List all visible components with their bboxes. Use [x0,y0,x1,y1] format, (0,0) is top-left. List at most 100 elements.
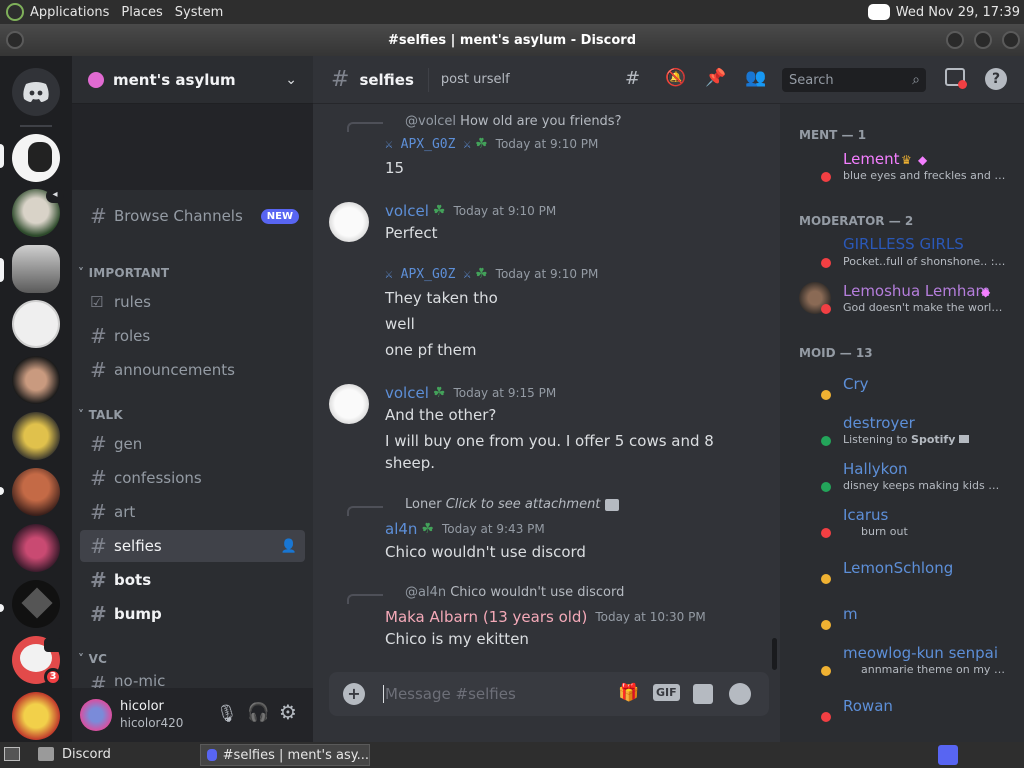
taskbar-window-button[interactable]: #selfies | ment's asy... [200,744,370,766]
user-display-name: hicolor [120,699,164,714]
window-menu-button[interactable] [6,31,24,49]
member-name[interactable]: meowlog-kun senpai [843,644,998,662]
channel-selfies[interactable]: # selfies 👤 [80,530,305,562]
microphone-icon[interactable]: 🎙 [216,704,238,724]
server-pill [0,258,4,282]
gnome-foot-icon[interactable] [6,3,24,21]
message-input[interactable]: Message #selfies [383,685,516,703]
dnd-status-icon [821,528,831,538]
avatar[interactable] [329,384,369,424]
server-icon-crystal[interactable] [12,580,60,628]
role-leaf-icon: ☘ [475,266,488,282]
category-vc[interactable]: ˅ VC [78,652,107,666]
message-author[interactable]: ⚔ APX_G0Z ⚔ [385,137,471,152]
reply-preview[interactable]: Loner Click to see attachment [405,497,619,512]
member-status: God doesn't make the world t... [843,301,1008,314]
category-talk[interactable]: ˅ TALK [78,408,123,422]
maximize-button[interactable] [974,31,992,49]
channel-announcements[interactable]: # announcements [80,354,305,386]
server-icon-shirtless[interactable] [12,356,60,404]
search-icon: ⌕ [912,72,920,88]
add-attachment-icon[interactable]: + [343,683,365,705]
search-input[interactable]: Search [789,73,834,88]
server-icon-anime[interactable] [12,300,60,348]
message-author[interactable]: ⚔ APX_G0Z ⚔ [385,267,471,282]
discord-home-button[interactable] [12,68,60,116]
category-important[interactable]: ˅ IMPORTANT [78,266,169,280]
avatar[interactable] [329,202,369,242]
channel-topic[interactable]: post urself [441,72,510,87]
image-icon [604,498,619,511]
mute-bell-icon[interactable]: 🔕 [665,68,686,88]
role-leaf-icon: ☘ [421,521,434,537]
server-icon-blonde[interactable] [12,412,60,460]
new-badge: NEW [260,208,299,224]
member-name[interactable]: Icarus [843,506,888,524]
hash-icon: # [90,358,107,382]
message-author[interactable]: Maka Albarn (13 years old) [385,608,587,626]
message-header: volcel ☘ Today at 9:15 PM [385,384,556,402]
discord-tray-icon[interactable] [867,4,890,20]
show-desktop-icon[interactable] [4,747,20,761]
gift-icon[interactable]: 🎁 [618,683,639,703]
message-author[interactable]: volcel [385,384,429,402]
message-text: well [385,315,415,333]
headphones-icon[interactable]: 🎧 [247,702,269,723]
thread-hash-icon: # [90,432,107,456]
browse-channels[interactable]: # Browse Channels NEW [80,200,305,232]
search-box[interactable]: Search ⌕ [782,68,926,92]
channel-label: gen [114,435,143,453]
member-name[interactable]: destroyer [843,414,915,432]
member-name[interactable]: Hallykon [843,460,908,478]
channel-art[interactable]: # art [80,496,305,528]
gear-icon[interactable]: ⚙ [279,700,297,724]
user-info[interactable]: hicolor hicolor420 [120,699,183,731]
member-name[interactable]: m [843,605,858,623]
channel-bump[interactable]: # bump [80,598,305,630]
window-titlebar[interactable]: #selfies | ment's asylum - Discord [0,24,1024,56]
server-icon-dog[interactable] [12,134,60,182]
avatar[interactable] [80,699,112,731]
member-list-icon[interactable]: 👥 [745,68,766,88]
scrollbar[interactable] [772,638,777,670]
taskbar-launcher-discord[interactable]: Discord [62,747,111,762]
server-icon-ments-asylum[interactable] [12,245,60,293]
pin-icon[interactable]: 📌 [705,68,726,88]
message-author[interactable]: al4n [385,520,417,538]
message-author[interactable]: volcel [385,202,429,220]
clock[interactable]: Wed Nov 29, 17:39 [896,5,1020,20]
help-icon[interactable]: ? [985,68,1007,90]
reply-preview[interactable]: @volcel How old are you friends? [405,114,622,129]
member-name[interactable]: GIRLLESS GIRLS [843,235,964,253]
minimize-button[interactable] [946,31,964,49]
server-icon-anime-girl[interactable] [12,524,60,572]
server-icon-muscle[interactable] [12,468,60,516]
places-menu[interactable]: Places [115,5,168,20]
reply-text: Click to see attachment [445,497,601,512]
idle-status-icon [821,574,831,584]
create-invite-icon[interactable]: 👤 [281,539,297,554]
gif-button[interactable]: GIF [653,684,680,701]
channel-roles[interactable]: # roles [80,320,305,352]
member-name[interactable]: Rowan [843,697,893,715]
workspace-switcher-icon[interactable] [938,745,958,765]
member-name[interactable]: Lement [843,150,900,168]
applications-menu[interactable]: Applications [24,5,115,20]
threads-icon[interactable]: # [625,68,640,89]
server-icon-jesus[interactable] [12,692,60,740]
channel-rules[interactable]: ☑ rules [80,286,305,318]
channel-bots[interactable]: # bots [80,564,305,596]
close-button[interactable] [1002,31,1020,49]
activity-card-icon [958,435,969,443]
member-name[interactable]: Cry [843,375,869,393]
sticker-icon[interactable] [693,684,713,704]
member-name[interactable]: LemonSchlong [843,559,953,577]
emoji-icon[interactable] [729,683,751,705]
member-name[interactable]: Lemoshua Lemham [843,282,990,300]
channel-confessions[interactable]: # confessions [80,462,305,494]
channel-gen[interactable]: # gen [80,428,305,460]
system-menu[interactable]: System [169,5,229,20]
server-header[interactable]: ment's asylum ⌄ [72,56,313,104]
reply-preview[interactable]: @al4n Chico wouldn't use discord [405,585,624,600]
hash-icon: # [90,602,107,626]
